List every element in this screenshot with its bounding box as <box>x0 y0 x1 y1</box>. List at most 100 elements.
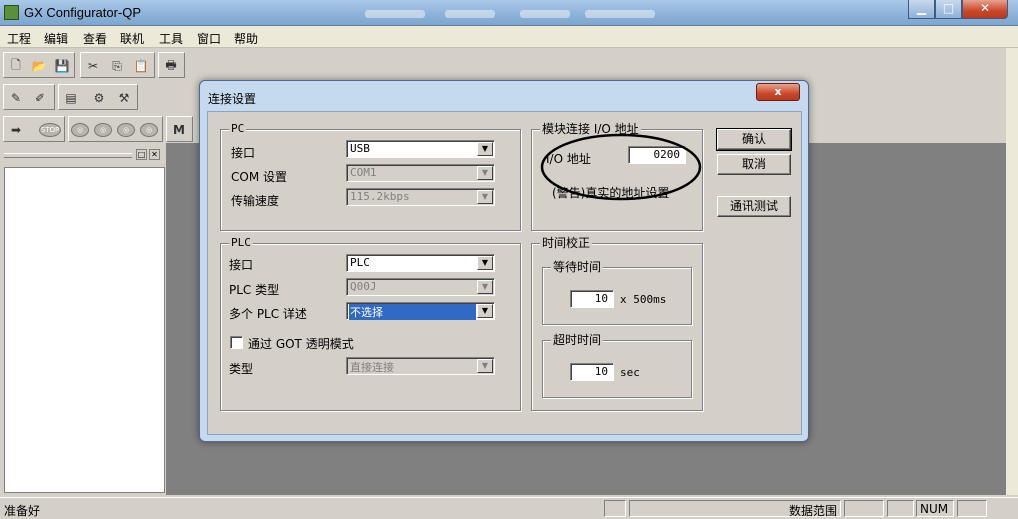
timeout-title: 超时时间 <box>551 333 604 347</box>
close-button[interactable]: ✕ <box>962 0 1008 19</box>
ok-button[interactable]: 确认 <box>716 128 792 151</box>
com-setting-value: COM1 <box>350 166 377 179</box>
menu-project[interactable]: 工程 <box>7 30 31 47</box>
dialog-close-button[interactable]: x <box>756 83 800 101</box>
monitor-icon[interactable]: M <box>169 120 189 140</box>
menu-view[interactable]: 查看 <box>83 30 107 47</box>
toolbar-group-steps: ◎ ◎ ◎ ◎ <box>68 116 163 142</box>
panel-close-button[interactable]: ✕ <box>149 149 160 160</box>
timeout-unit: sec <box>620 366 640 379</box>
connection-settings-dialog: 连接设置 x PC 接口 USB ▼ COM 设置 COM1 ▼ 传输速度 11… <box>199 80 809 442</box>
monitor-label: M <box>173 123 185 137</box>
chevron-down-icon[interactable]: ▼ <box>477 304 493 318</box>
paste-icon[interactable]: 📋 <box>131 56 151 76</box>
connection-kind-label: 类型 <box>229 362 254 376</box>
toolbar-group-monitor: M <box>166 116 193 142</box>
timeout-group: 超时时间 10 sec <box>542 333 692 398</box>
dialog-body: PC 接口 USB ▼ COM 设置 COM1 ▼ 传输速度 115.2kbps… <box>207 111 802 435</box>
tool-3-icon[interactable]: ▤ <box>61 88 81 108</box>
tool-2-icon[interactable]: ✐ <box>30 88 50 108</box>
blurred-text <box>585 10 655 18</box>
panel-restore-button[interactable]: □ <box>136 149 147 160</box>
wait-time-input[interactable]: 10 <box>570 290 614 308</box>
multi-plc-value: 不选择 <box>349 304 476 320</box>
stop-label: STOP <box>40 126 60 134</box>
window-edge <box>1006 48 1018 495</box>
save-icon[interactable]: 💾 <box>52 56 72 76</box>
project-tree[interactable] <box>4 167 165 493</box>
pc-interface-value: USB <box>350 142 370 155</box>
plc-interface-select[interactable]: PLC ▼ <box>346 254 495 272</box>
menu-help[interactable]: 帮助 <box>234 30 258 47</box>
print-icon[interactable]: 🖶 <box>161 56 181 76</box>
step3-icon[interactable]: ◎ <box>117 123 135 137</box>
new-icon[interactable]: 🗋 <box>6 56 26 76</box>
step4-icon[interactable]: ◎ <box>140 123 158 137</box>
menu-window[interactable]: 窗口 <box>197 30 221 47</box>
connection-kind-value: 直接连接 <box>350 361 394 374</box>
blurred-text <box>520 10 570 18</box>
multi-plc-select[interactable]: 不选择 ▼ <box>346 302 495 320</box>
chevron-down-icon: ▼ <box>477 359 493 373</box>
toolbar-group-tools-a: ✎ ✐ <box>3 84 55 110</box>
tool-1-icon[interactable]: ✎ <box>6 88 26 108</box>
multi-plc-label: 多个 PLC 详述 <box>229 307 307 321</box>
chevron-down-icon: ▼ <box>477 166 493 180</box>
maximize-button[interactable]: □ <box>935 0 962 19</box>
pc-group-title: PC <box>229 122 247 136</box>
com-setting-label: COM 设置 <box>231 170 287 184</box>
communication-test-button[interactable]: 通讯测试 <box>717 196 791 217</box>
status-text: 准备好 <box>4 504 41 518</box>
app-icon <box>4 5 19 20</box>
toolbar-group-print: 🖶 <box>158 52 185 78</box>
connection-kind-select: 直接连接 ▼ <box>346 357 495 375</box>
timeout-input[interactable]: 10 <box>570 363 614 381</box>
io-address-warning: (警告)真实的地址设置 <box>552 186 670 200</box>
panel-header: □ ✕ <box>4 149 162 163</box>
open-icon[interactable]: 📂 <box>29 56 49 76</box>
stop-icon[interactable]: STOP <box>39 123 61 137</box>
speed-label: 传输速度 <box>231 194 280 208</box>
arrow-icon[interactable]: ➡ <box>6 120 26 140</box>
got-transparent-checkbox[interactable] <box>230 336 243 349</box>
chevron-down-icon[interactable]: ▼ <box>477 142 493 156</box>
wait-time-title: 等待时间 <box>551 260 604 274</box>
status-cell <box>604 500 626 517</box>
plc-type-value: Q00J <box>350 280 377 293</box>
close-icon: x <box>774 85 782 98</box>
dialog-title: 连接设置 <box>208 92 257 106</box>
tool-4-icon[interactable]: ⚙ <box>89 88 109 108</box>
minimize-button[interactable]: ▁ <box>908 0 935 19</box>
status-cell <box>957 500 987 517</box>
step1-icon[interactable]: ◎ <box>71 123 89 137</box>
restore-icon: □ <box>137 150 146 159</box>
project-panel: □ ✕ <box>0 143 166 495</box>
minimize-icon: ▁ <box>916 1 927 15</box>
io-address-input[interactable]: 0200 <box>628 146 686 164</box>
menu-bar: 工程 编辑 查看 联机 工具 窗口 帮助 <box>0 26 1018 48</box>
copy-icon[interactable]: ⎘ <box>107 56 127 76</box>
speed-select: 115.2kbps ▼ <box>346 188 495 206</box>
plc-interface-label: 接口 <box>229 258 254 272</box>
cut-icon[interactable]: ✂ <box>83 56 103 76</box>
title-bar: GX Configurator-QP ▁ □ ✕ <box>0 0 1018 26</box>
speed-value: 115.2kbps <box>350 190 410 203</box>
pc-interface-select[interactable]: USB ▼ <box>346 140 495 158</box>
step2-icon[interactable]: ◎ <box>94 123 112 137</box>
cancel-button[interactable]: 取消 <box>717 154 791 175</box>
time-correction-group: 时间校正 等待时间 10 x 500ms 超时时间 10 sec <box>531 236 703 411</box>
wait-time-group: 等待时间 10 x 500ms <box>542 260 692 325</box>
blurred-text <box>445 10 495 18</box>
menu-tools[interactable]: 工具 <box>159 30 183 47</box>
toolbar-group-edit: ✂ ⎘ 📋 <box>80 52 155 78</box>
status-range-label: 数据范围 <box>788 504 837 518</box>
chevron-down-icon[interactable]: ▼ <box>477 256 493 270</box>
plc-group: PLC 接口 PLC ▼ PLC 类型 Q00J ▼ 多个 PLC 详述 不选择… <box>220 236 521 411</box>
menu-edit[interactable]: 编辑 <box>44 30 68 47</box>
tool-5-icon[interactable]: ⚒ <box>114 88 134 108</box>
status-num: NUM <box>916 500 954 517</box>
plc-type-label: PLC 类型 <box>229 283 280 297</box>
menu-online[interactable]: 联机 <box>120 30 144 47</box>
status-cell <box>887 500 914 517</box>
panel-grip[interactable] <box>4 153 132 158</box>
